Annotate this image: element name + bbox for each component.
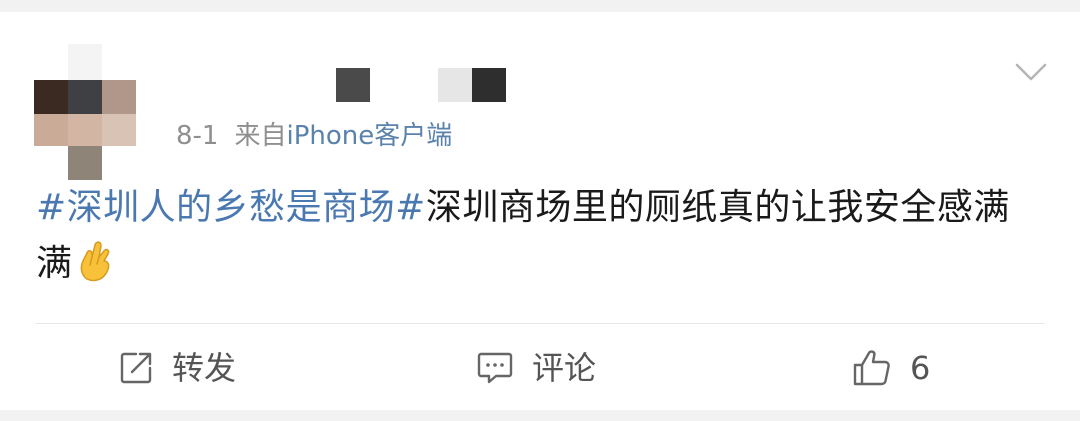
source-prefix: 来自 [234, 121, 287, 151]
post-body: #深圳人的乡愁是商场#深圳商场里的厕纸真的让我安全感满满 [36, 180, 1046, 292]
chevron-down-icon[interactable] [1014, 60, 1048, 84]
repost-label: 转发 [172, 349, 237, 387]
divider [36, 323, 1044, 324]
post-card: 8-1 来自iPhone客户端 #深圳人的乡愁是商场#深圳商场里的厕纸真的让我安全… [0, 12, 1080, 410]
post-date: 8-1 [176, 121, 219, 151]
username[interactable] [336, 68, 508, 102]
comment-button[interactable]: 评论 [476, 342, 596, 394]
post-meta: 8-1 来自iPhone客户端 [176, 116, 452, 156]
comment-icon [477, 352, 513, 384]
like-count: 6 [910, 349, 931, 387]
post-source[interactable]: iPhone客户端 [286, 121, 452, 151]
thumbs-up-icon [853, 350, 890, 386]
comment-label: 评论 [532, 349, 597, 387]
like-button[interactable]: 6 [852, 342, 930, 394]
repost-button[interactable]: 转发 [118, 342, 236, 394]
avatar[interactable] [34, 44, 136, 180]
topic-link[interactable]: #深圳人的乡愁是商场# [36, 187, 426, 228]
repost-icon [120, 352, 152, 384]
crossed-fingers-icon [77, 239, 115, 283]
bottom-separator [0, 410, 1080, 421]
